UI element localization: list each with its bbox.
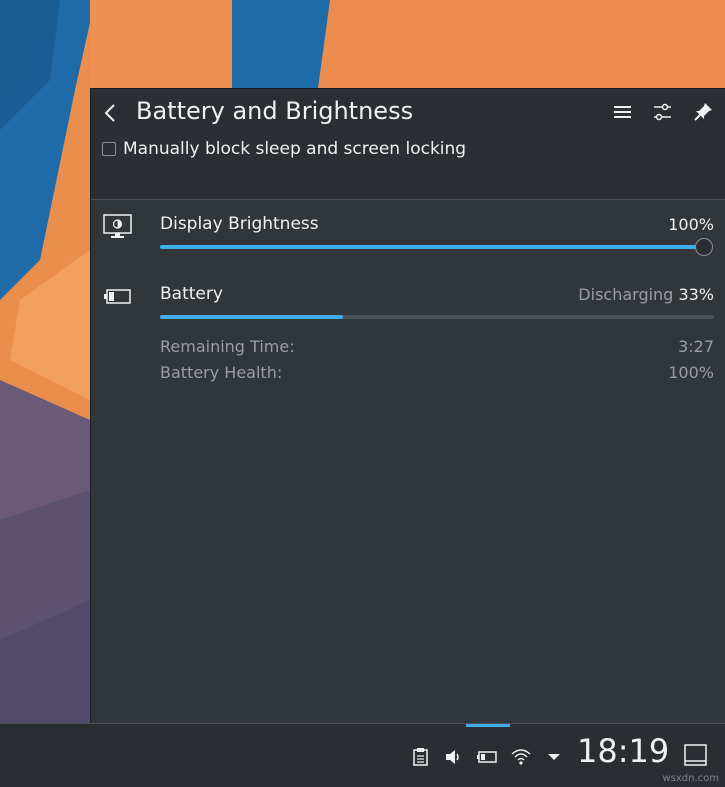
hamburger-menu-icon [612,101,634,123]
show-desktop-button[interactable] [684,744,708,768]
pin-icon [692,101,714,123]
clipboard-icon [410,746,432,768]
brightness-slider-handle[interactable] [695,238,713,256]
show-desktop-icon [684,744,708,772]
clipboard-tray-button[interactable] [410,746,432,768]
volume-icon [443,746,465,768]
popup-header: Battery and Brightness Manually block sl… [91,89,725,200]
battery-status-text: Discharging [578,285,674,304]
volume-tray-button[interactable] [443,746,465,768]
battery-label: Battery [160,284,223,304]
remaining-time-value: 3:27 [678,337,714,356]
block-sleep-toggle[interactable]: Manually block sleep and screen locking [102,137,466,161]
battery-status: Discharging 33% [578,285,714,304]
block-sleep-checkbox[interactable] [102,142,116,156]
battery-charge-bar [160,315,714,319]
back-button[interactable] [103,99,127,127]
network-tray-button[interactable] [510,746,532,768]
battery-health-value: 100% [668,363,714,382]
configure-button[interactable] [652,101,674,123]
watermark-text: wsxdn.com [662,773,719,784]
pin-button[interactable] [692,101,714,123]
display-brightness-label: Display Brightness [160,214,319,234]
battery-charge-fill [160,315,343,319]
popup-title: Battery and Brightness [136,97,414,125]
brightness-slider-fill [160,245,704,249]
monitor-brightness-icon [103,214,133,244]
active-applet-indicator [466,724,510,727]
display-brightness-value: 100% [668,215,714,234]
battery-health-label: Battery Health: [160,363,283,382]
battery-tray-button[interactable] [476,746,498,768]
chevron-left-icon [103,103,127,123]
digital-clock[interactable]: 18:19 [577,732,669,770]
expand-tray-arrow-icon [543,746,565,768]
menu-button[interactable] [612,101,634,123]
settings-sliders-icon [652,101,674,123]
battery-icon [104,288,132,310]
remaining-time-label: Remaining Time: [160,337,295,356]
expand-tray-button[interactable] [543,746,565,768]
block-sleep-label: Manually block sleep and screen locking [123,139,467,159]
wifi-icon [510,746,532,768]
brightness-slider[interactable] [160,245,704,249]
battery-icon [476,746,498,768]
battery-brightness-popup: Battery and Brightness Manually block sl… [90,88,725,724]
taskbar: 18:19 wsxdn.com [0,723,725,787]
battery-percent: 33% [678,285,714,304]
